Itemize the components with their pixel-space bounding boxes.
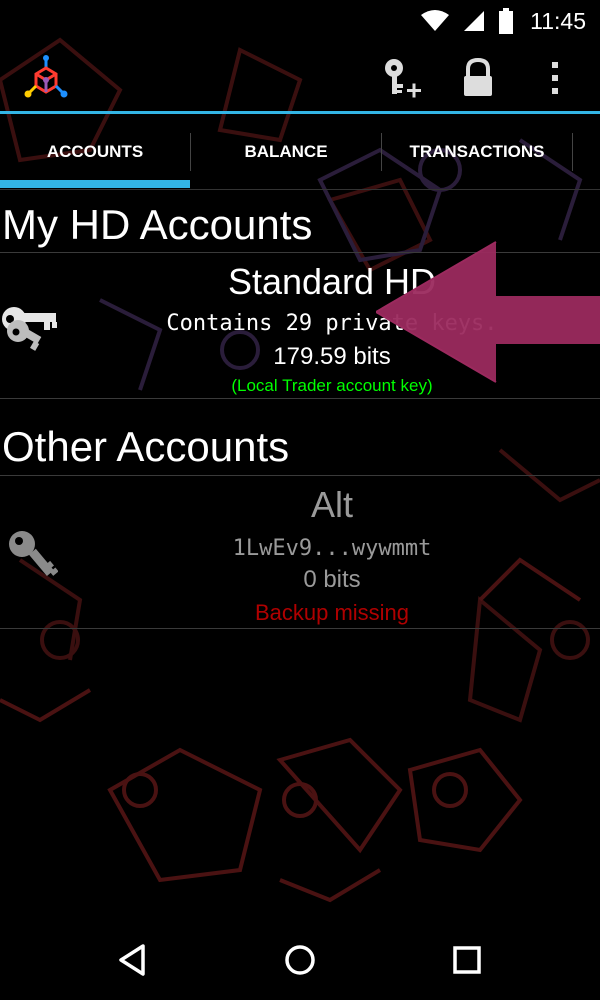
selected-tab-indicator xyxy=(0,180,190,188)
multiple-keys-icon xyxy=(2,307,57,351)
add-key-icon[interactable] xyxy=(380,56,424,100)
overflow-menu-icon[interactable] xyxy=(534,56,578,100)
cell-signal-icon xyxy=(462,9,486,33)
action-bar-accent-line xyxy=(0,111,600,114)
status-bar: 11:45 xyxy=(0,0,600,42)
divider xyxy=(0,398,600,399)
backup-missing-warning: Backup missing xyxy=(254,600,410,625)
section-title-hd-accounts: My HD Accounts xyxy=(2,201,313,248)
account-balance: 0 bits xyxy=(303,566,361,593)
account-name: Alt xyxy=(310,484,353,525)
tab-bar: ACCOUNTS BALANCE TRANSACTIONS xyxy=(0,115,600,190)
tab-transactions[interactable]: TRANSACTIONS xyxy=(382,115,572,189)
wifi-icon xyxy=(420,9,450,33)
recents-icon[interactable] xyxy=(447,940,487,980)
lock-icon[interactable] xyxy=(456,56,500,100)
battery-icon xyxy=(498,8,514,34)
tab-accounts[interactable]: ACCOUNTS xyxy=(0,115,190,189)
annotation-arrow-icon xyxy=(376,241,600,383)
account-row-alt[interactable]: Alt 1LwEv9...wywmmt 0 bits Backup missin… xyxy=(0,476,600,628)
divider xyxy=(0,628,600,629)
back-icon[interactable] xyxy=(113,940,153,980)
home-icon[interactable] xyxy=(280,940,320,980)
section-title-other-accounts: Other Accounts xyxy=(2,423,290,470)
tab-balance[interactable]: BALANCE xyxy=(191,115,381,189)
account-address: 1LwEv9...wywmmt xyxy=(232,536,432,561)
status-time: 11:45 xyxy=(530,7,586,34)
mycelium-logo-icon[interactable] xyxy=(22,54,70,102)
tab-divider xyxy=(572,133,573,171)
navigation-bar xyxy=(0,920,600,1000)
single-key-icon xyxy=(9,531,58,577)
action-bar xyxy=(0,42,600,114)
